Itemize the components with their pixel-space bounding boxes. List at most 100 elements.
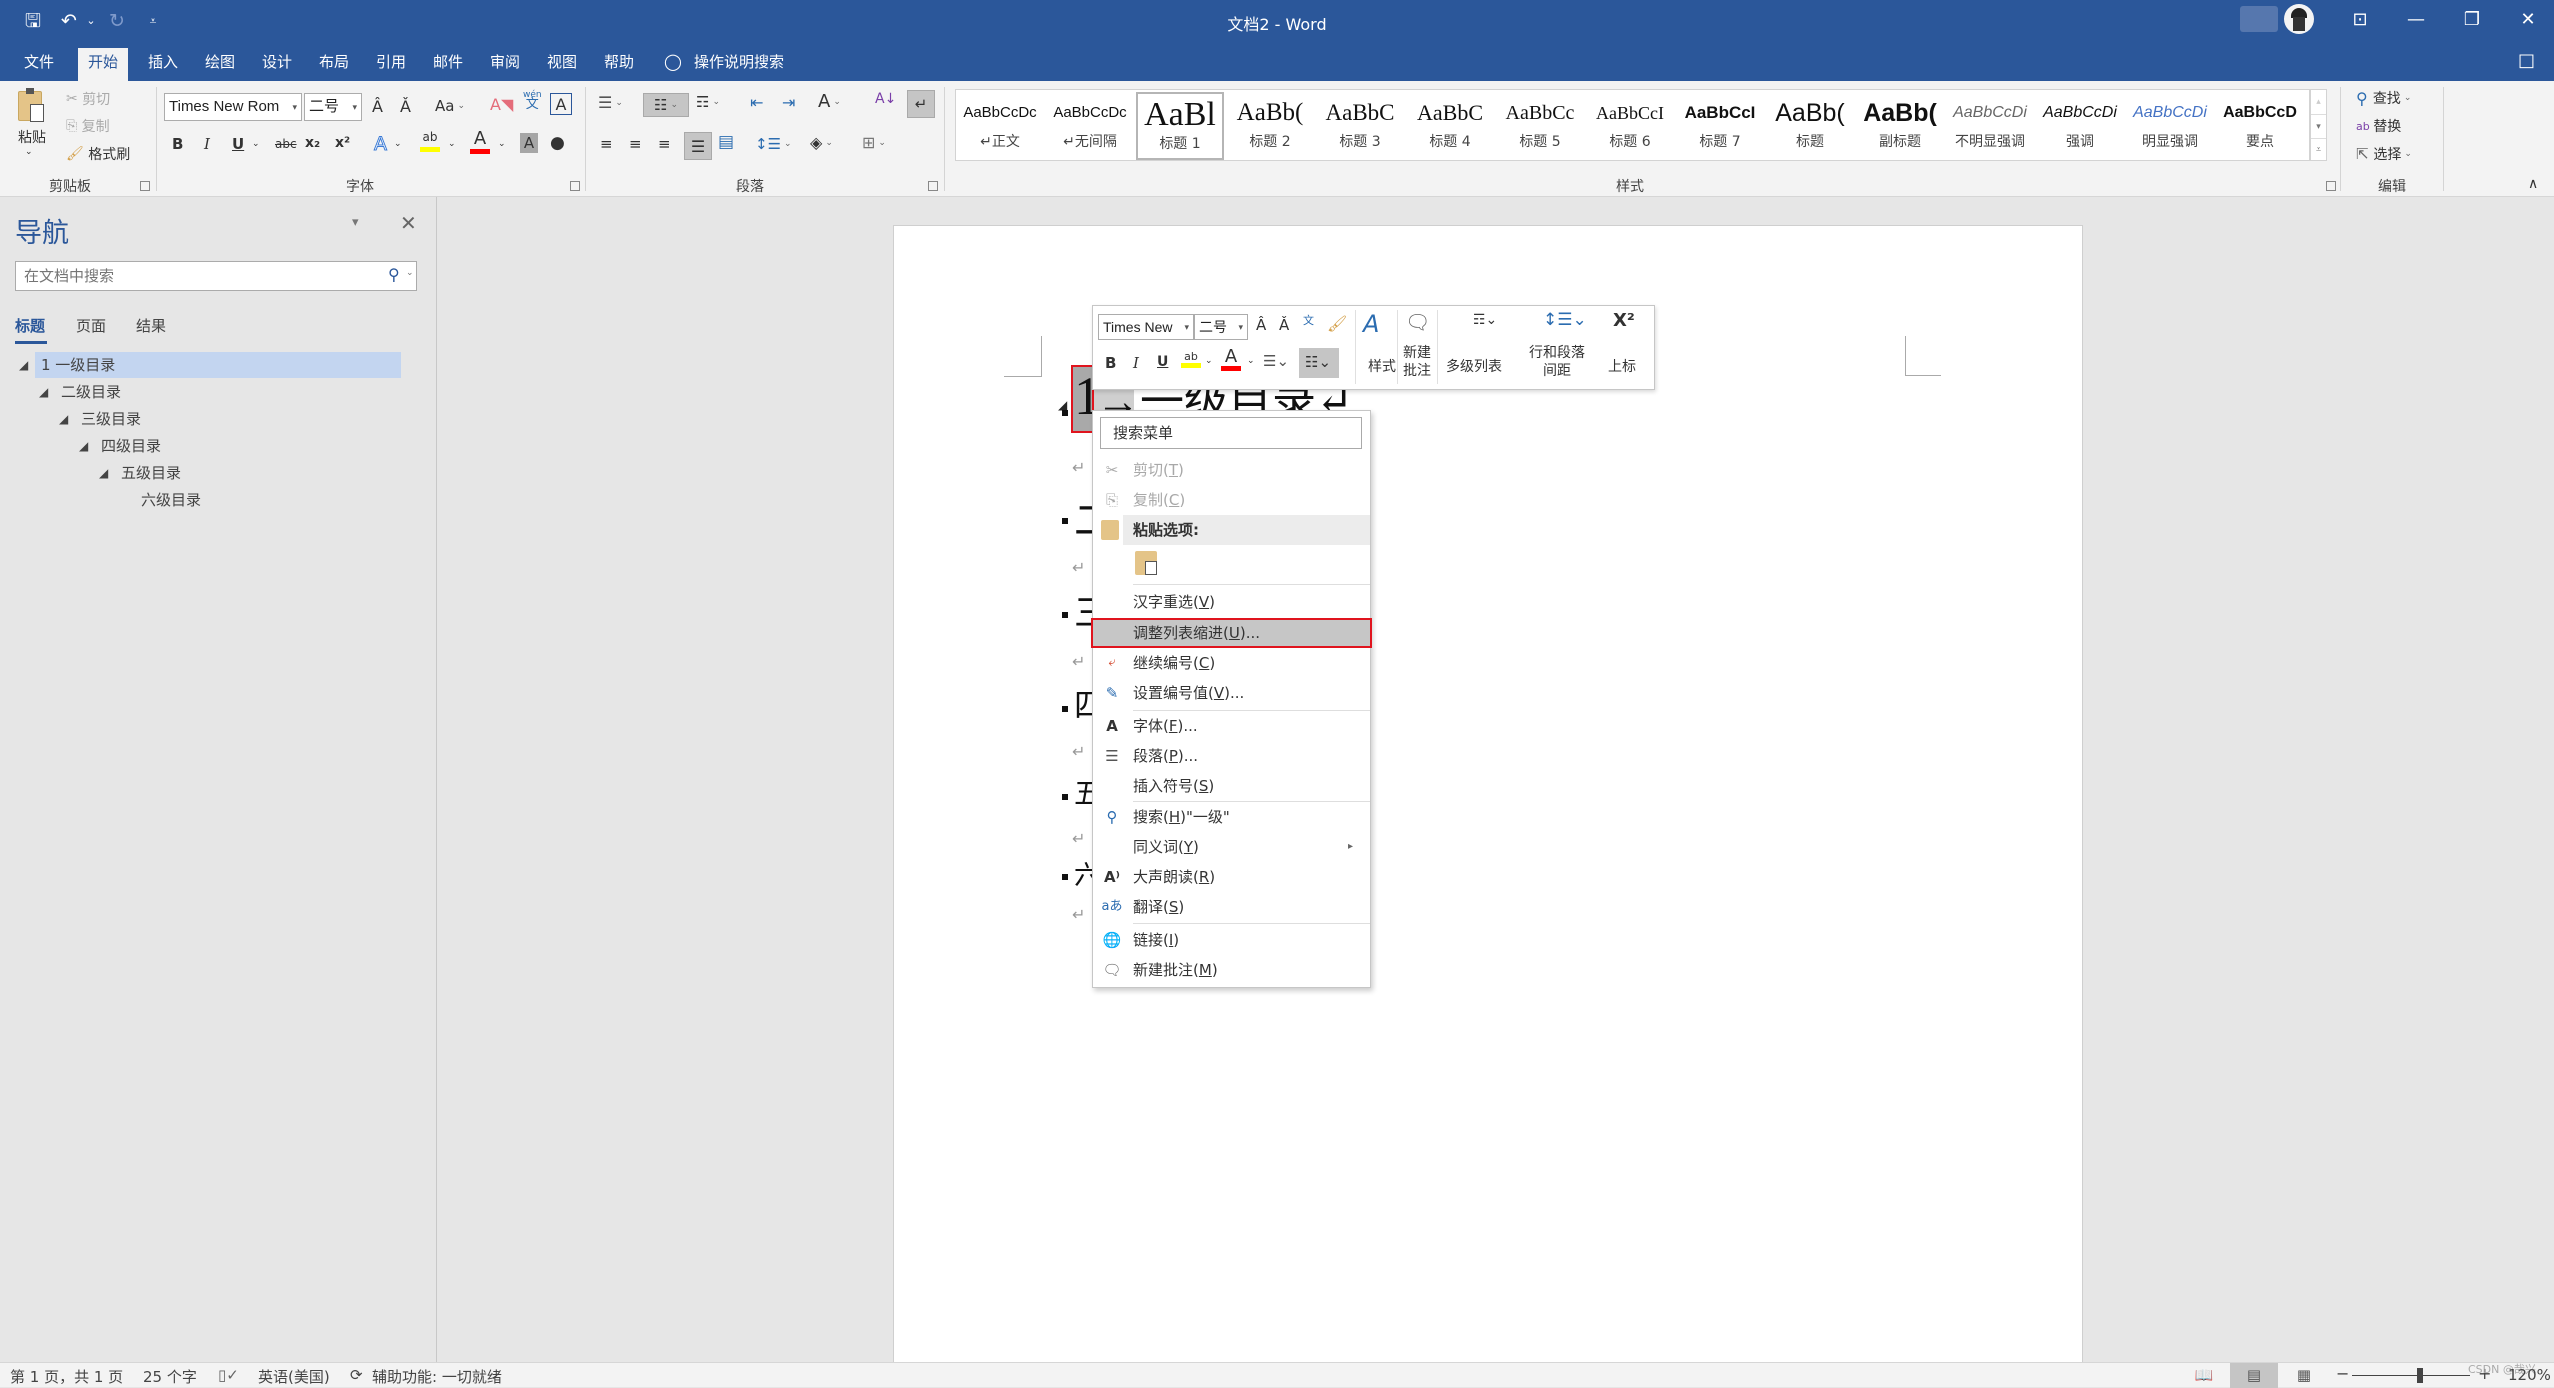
menu-item-smart-lookup[interactable]: ⚲ 搜索(H)"一级" (1093, 802, 1370, 832)
bullets-icon[interactable]: ☰⌄ (598, 93, 623, 112)
mini-font-name-dropdown[interactable]: Times New ▾ (1098, 314, 1194, 340)
menu-item-link[interactable]: 🌐 链接(I) (1093, 925, 1370, 955)
menu-item-reconvert[interactable]: 汉字重选(V) (1093, 587, 1370, 617)
menu-item-copy[interactable]: ⎘ 复制(C) (1093, 485, 1370, 515)
text-effects-icon[interactable]: A (374, 133, 388, 156)
zoom-out-icon[interactable]: − (2336, 1364, 2349, 1383)
font-size-dropdown[interactable]: 二号 ▾ (304, 93, 362, 121)
borders-icon[interactable]: ⊞ ⌄ (862, 133, 886, 152)
multilevel-list-icon[interactable]: ☶⌄ (1473, 312, 1497, 328)
tab-mailings[interactable]: 邮件 (427, 48, 469, 81)
nav-tab-headings[interactable]: 标题 (15, 315, 45, 336)
line-spacing-icon[interactable]: ↕☰⌄ (1543, 310, 1587, 330)
font-color-icon[interactable]: A (470, 130, 490, 154)
styles-icon[interactable]: A (1363, 310, 1379, 338)
tab-home[interactable]: 开始 (78, 48, 129, 81)
copy-button[interactable]: ⎘ 复制 (66, 116, 110, 136)
chevron-down-icon[interactable]: ⌄ (1247, 356, 1255, 366)
scroll-down-icon[interactable]: ▾ (2311, 114, 2326, 138)
collapse-triangle-icon[interactable]: ◢ (79, 439, 88, 453)
clear-formatting-icon[interactable]: A◥ (490, 95, 513, 114)
paste-dropdown-icon[interactable]: ⌄ (25, 147, 33, 157)
style-heading-5[interactable]: AaBbCc 标题 5 (1496, 92, 1584, 160)
multilevel-list-icon[interactable]: ☶⌄ (696, 93, 720, 111)
bullets-icon[interactable]: ☰⌄ (1263, 352, 1289, 370)
menu-item-synonyms[interactable]: 同义词(Y) ▸ (1093, 832, 1370, 862)
tab-view[interactable]: 视图 (541, 48, 583, 81)
select-button[interactable]: ⇱ 选择 ⌄ (2356, 144, 2412, 164)
shrink-font-icon[interactable]: Ǎ (400, 97, 411, 116)
zoom-slider-track[interactable] (2352, 1375, 2470, 1376)
line-spacing-icon[interactable]: ↕☰⌄ (755, 135, 792, 153)
zoom-slider-thumb[interactable] (2416, 1368, 2423, 1383)
style-heading-6[interactable]: AaBbCcI 标题 6 (1586, 92, 1674, 160)
tab-review[interactable]: 审阅 (484, 48, 526, 81)
tab-file[interactable]: 文件 (18, 48, 60, 81)
print-layout-icon[interactable]: ▤ (2230, 1363, 2278, 1388)
mini-superscript-button[interactable]: 上标 (1608, 356, 1636, 376)
sort-icon[interactable]: A↓ (875, 91, 896, 107)
shrink-font-icon[interactable]: Ǎ (1279, 316, 1289, 334)
tab-design[interactable]: 设计 (256, 48, 298, 81)
mini-font-size-dropdown[interactable]: 二号 ▾ (1194, 314, 1248, 340)
paragraph-launcher-icon[interactable] (928, 181, 938, 191)
nav-tab-results[interactable]: 结果 (136, 315, 166, 336)
comments-icon[interactable]: □ (2518, 50, 2535, 71)
ribbon-display-options-icon[interactable]: ⊡ (2340, 6, 2380, 34)
tree-item-level-3[interactable]: 三级目录 (81, 406, 141, 432)
tab-help[interactable]: 帮助 (598, 48, 640, 81)
distributed-icon[interactable]: ▤ (718, 132, 734, 152)
menu-item-new-comment[interactable]: 🗨 新建批注(M) (1093, 955, 1370, 985)
restore-icon[interactable]: ❐ (2452, 6, 2492, 34)
tab-insert[interactable]: 插入 (142, 48, 184, 81)
collapse-triangle-icon[interactable]: ◢ (99, 466, 108, 480)
asian-layout-icon[interactable]: A ⌄ (818, 91, 841, 112)
style-heading-4[interactable]: AaBbC 标题 4 (1406, 92, 1494, 160)
font-name-dropdown[interactable]: Times New Rom ▾ (164, 93, 302, 121)
nav-options-icon[interactable]: ▾ (352, 215, 359, 230)
italic-button[interactable]: I (204, 135, 210, 153)
new-comment-icon[interactable]: 🗨 (1405, 310, 1430, 334)
menu-item-font[interactable]: A 字体(F)... (1093, 711, 1370, 741)
zoom-level[interactable]: 120% (2508, 1366, 2551, 1384)
search-icon[interactable]: ⚲ (388, 265, 400, 284)
justify-icon[interactable]: ☰ (684, 132, 712, 160)
styles-scrollbar[interactable]: ▴ ▾ ⩡ (2310, 89, 2327, 161)
menu-item-translate[interactable]: aあ 翻译(S) (1093, 892, 1370, 922)
grow-font-icon[interactable]: Â (1256, 316, 1266, 334)
collapse-triangle-icon[interactable]: ◢ (39, 385, 48, 399)
close-icon[interactable]: ✕ (2508, 6, 2548, 34)
nav-search-input[interactable] (16, 262, 376, 290)
menu-item-set-numbering-value[interactable]: ✎ 设置编号值(V)... (1093, 678, 1370, 708)
format-painter-button[interactable]: 🖌 格式刷 (66, 144, 130, 164)
styles-launcher-icon[interactable] (2326, 181, 2336, 191)
page-count[interactable]: 第 1 页，共 1 页 (10, 1366, 123, 1387)
font-color-dropdown-icon[interactable]: ⌄ (498, 139, 506, 149)
clipboard-launcher-icon[interactable] (140, 181, 150, 191)
text-effects-dropdown-icon[interactable]: ⌄ (394, 139, 402, 149)
underline-button[interactable]: U (232, 135, 244, 153)
language[interactable]: 英语(美国) (258, 1366, 330, 1387)
tree-item-level-5[interactable]: 五级目录 (121, 460, 181, 486)
decrease-indent-icon[interactable]: ⇤ (750, 93, 763, 112)
read-mode-icon[interactable]: 📖 (2180, 1363, 2228, 1388)
highlight-icon[interactable]: ab (1181, 350, 1201, 368)
align-center-icon[interactable]: ≡ (629, 135, 642, 153)
superscript-icon[interactable]: X² (1613, 310, 1635, 331)
numbering-icon[interactable]: ☷ ⌄ (643, 93, 689, 117)
close-pane-icon[interactable]: ✕ (400, 211, 417, 235)
paste-button[interactable]: 粘贴 (18, 127, 46, 147)
mini-spacing-button[interactable]: 行和段落间距 (1527, 344, 1587, 380)
grow-font-icon[interactable]: Â (372, 97, 383, 116)
paragraph-shading-icon[interactable]: ◈ ⌄ (810, 133, 833, 152)
mini-styles-button[interactable]: 样式 (1368, 356, 1396, 376)
style-emphasis[interactable]: AaBbCcDi 强调 (2036, 92, 2124, 160)
nav-tab-pages[interactable]: 页面 (76, 315, 106, 336)
paste-icon[interactable] (18, 88, 44, 122)
menu-item-insert-symbol[interactable]: 插入符号(S) (1093, 771, 1370, 801)
show-marks-icon[interactable]: ↵ (907, 90, 935, 118)
word-count[interactable]: 25 个字 (143, 1366, 197, 1387)
mini-multilevel-button[interactable]: 多级列表 (1446, 356, 1502, 376)
highlight-dropdown-icon[interactable]: ⌄ (448, 139, 456, 149)
menu-item-adjust-list-indent[interactable]: 调整列表缩进(U)... (1091, 618, 1372, 648)
